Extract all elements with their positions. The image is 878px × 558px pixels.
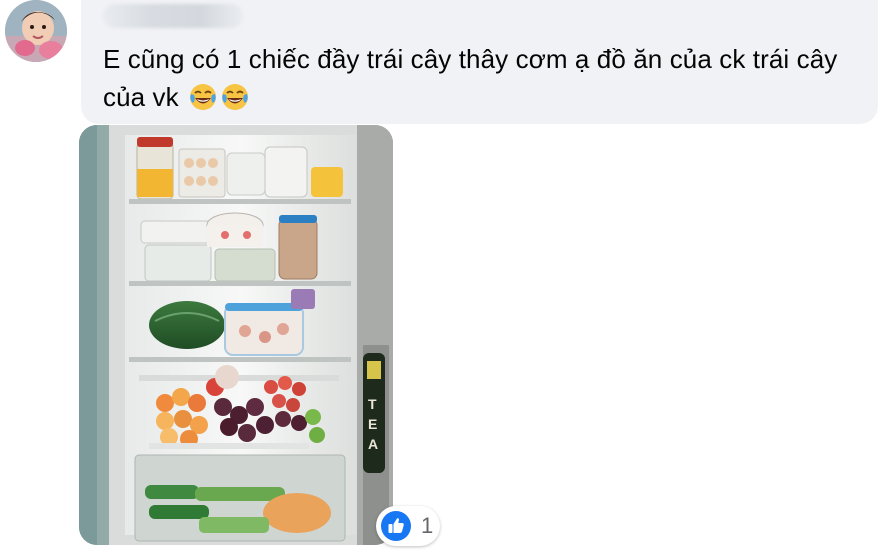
author-name-redacted — [103, 4, 243, 28]
reaction-summary[interactable]: 1 — [376, 506, 440, 546]
comment-thread: E cũng có 1 chiếc đầy trái cây thây cơm … — [0, 0, 878, 558]
comment-text: E cũng có 1 chiếc đầy trái cây thây cơm … — [103, 40, 868, 116]
avatar-image — [5, 0, 67, 62]
fridge-photo-image: T E A — [79, 125, 393, 545]
bottle-label-e: E — [368, 416, 377, 432]
face-with-tears-of-joy-icon — [188, 82, 218, 112]
like-icon — [380, 510, 412, 542]
bottle-label-a: A — [368, 436, 378, 452]
bottle-label-t: T — [368, 396, 377, 412]
fridge-photo[interactable]: T E A — [79, 125, 393, 545]
face-with-tears-of-joy-icon — [220, 82, 250, 112]
avatar[interactable] — [5, 0, 67, 62]
reaction-count: 1 — [421, 513, 434, 538]
